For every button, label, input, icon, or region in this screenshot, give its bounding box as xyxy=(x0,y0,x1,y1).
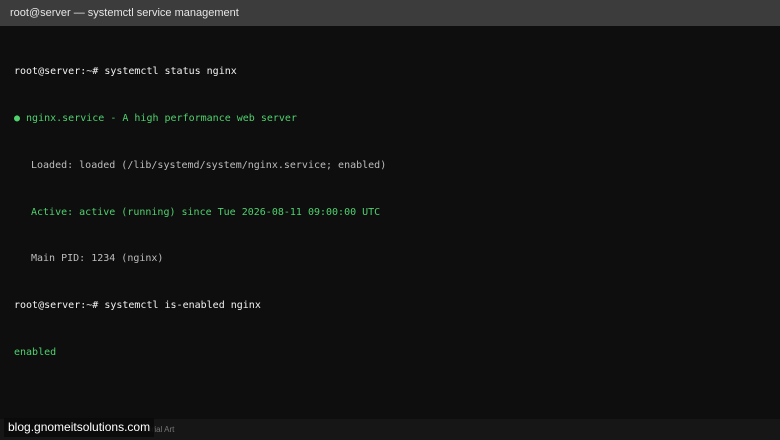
service-pid-line: Main PID: 1234 (nginx) xyxy=(31,253,164,265)
terminal-line-prompt: root@server:~# systemctl is-enabled ngin… xyxy=(14,298,766,314)
is-enabled-result: enabled xyxy=(14,346,57,358)
service-loaded-line: Loaded: loaded (/lib/systemd/system/ngin… xyxy=(31,159,387,171)
shell-prompt: root@server:~# xyxy=(14,66,105,78)
terminal-output[interactable]: root@server:~# systemctl status nginx ● … xyxy=(14,33,766,392)
terminal-window: root@server — systemctl service manageme… xyxy=(0,0,780,440)
site-watermark: blog.gnomeitsolutions.com xyxy=(4,418,155,437)
shell-command: systemctl is-enabled nginx xyxy=(104,300,261,312)
shell-prompt: root@server:~# xyxy=(14,300,105,312)
shell-command: systemctl status nginx xyxy=(104,66,237,78)
service-active-line: Active: active (running) since Tue 2026-… xyxy=(31,206,381,218)
terminal-line-prompt: root@server:~# systemctl status nginx xyxy=(14,64,766,80)
service-unit-line: ● nginx.service - A high performance web… xyxy=(14,112,297,124)
window-title: root@server — systemctl service manageme… xyxy=(0,0,780,26)
